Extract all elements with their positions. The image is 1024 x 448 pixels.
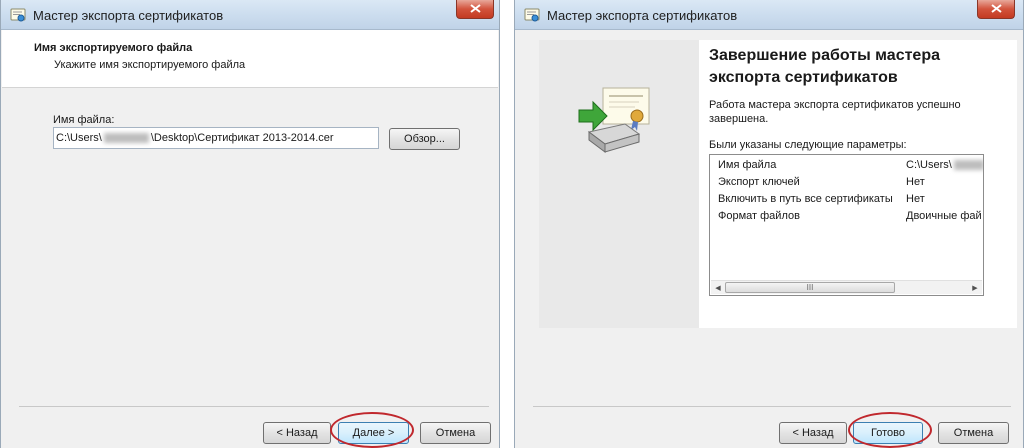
horizontal-scrollbar[interactable]: ◀ III ▶ xyxy=(711,280,982,294)
param-value: Нет xyxy=(906,176,925,188)
scroll-right-icon[interactable]: ▶ xyxy=(968,281,982,294)
redacted-username xyxy=(103,133,149,144)
finish-button[interactable]: Готово xyxy=(853,422,923,444)
wizard-side-panel xyxy=(539,40,699,328)
file-path-prefix: C:\Users\ xyxy=(56,132,102,144)
param-name: Формат файлов xyxy=(718,210,800,222)
scroll-thumb[interactable]: III xyxy=(725,282,895,293)
heading-line-2: экспорта сертификатов xyxy=(709,69,898,86)
close-button[interactable] xyxy=(456,0,494,19)
window-title: Мастер экспорта сертификатов xyxy=(547,8,738,23)
cancel-button[interactable]: Отмена xyxy=(420,422,491,444)
back-button[interactable]: < Назад xyxy=(263,422,331,444)
title-bar: Мастер экспорта сертификатов xyxy=(515,0,1023,30)
export-wizard-window-finish: Мастер экспорта сертификатов Завершение … xyxy=(514,0,1024,448)
param-value: C:\Users\ xyxy=(906,159,983,171)
file-name-label: Имя файла: xyxy=(53,114,115,126)
list-item: Имя файла C:\Users\ xyxy=(710,157,983,174)
redacted-username xyxy=(953,160,983,171)
export-wizard-window-file: Мастер экспорта сертификатов Имя экспорт… xyxy=(0,0,500,448)
browse-button[interactable]: Обзор... xyxy=(389,128,460,150)
list-item: Экспорт ключей Нет xyxy=(710,174,983,191)
title-bar: Мастер экспорта сертификатов xyxy=(1,0,499,30)
close-button[interactable] xyxy=(977,0,1015,19)
page-subtitle: Укажите имя экспортируемого файла xyxy=(54,59,246,71)
close-icon xyxy=(991,4,1002,13)
param-value: Двоичные фай xyxy=(906,210,982,222)
window-title: Мастер экспорта сертификатов xyxy=(33,8,224,23)
params-list[interactable]: Имя файла C:\Users\ Экспорт ключей Нет В… xyxy=(709,154,984,296)
cancel-button[interactable]: Отмена xyxy=(938,422,1009,444)
next-button[interactable]: Далее > xyxy=(338,422,409,444)
footer-divider xyxy=(19,406,489,407)
certificate-window-icon xyxy=(524,7,540,23)
close-icon xyxy=(470,4,481,13)
param-value: Нет xyxy=(906,193,925,205)
list-item: Включить в путь все сертификаты Нет xyxy=(710,191,983,208)
file-path-suffix: \Desktop\Сертификат 2013-2014.cer xyxy=(150,132,334,144)
success-line-1: Работа мастера экспорта сертификатов усп… xyxy=(709,99,961,111)
heading-line-1: Завершение работы мастера xyxy=(709,47,940,64)
file-name-input[interactable]: C:\Users\ \Desktop\Сертификат 2013-2014.c… xyxy=(53,127,379,149)
success-line-2: завершена. xyxy=(709,113,769,125)
scroll-left-icon[interactable]: ◀ xyxy=(711,281,725,294)
param-name: Имя файла xyxy=(718,159,777,171)
params-label: Были указаны следующие параметры: xyxy=(709,139,907,151)
list-item: Формат файлов Двоичные фай xyxy=(710,208,983,225)
wizard-content: Завершение работы мастера экспорта серти… xyxy=(699,40,1017,328)
certificate-window-icon xyxy=(10,7,26,23)
page-title: Имя экспортируемого файла xyxy=(34,42,193,54)
footer-divider xyxy=(533,406,1011,407)
param-name: Экспорт ключей xyxy=(718,176,800,188)
wizard-header: Имя экспортируемого файла Укажите имя эк… xyxy=(2,30,498,88)
param-name: Включить в путь все сертификаты xyxy=(718,193,893,205)
completion-heading: Завершение работы мастера экспорта серти… xyxy=(709,45,940,89)
certificate-export-icon xyxy=(578,87,650,153)
back-button[interactable]: < Назад xyxy=(779,422,847,444)
success-message: Работа мастера экспорта сертификатов усп… xyxy=(709,98,961,126)
